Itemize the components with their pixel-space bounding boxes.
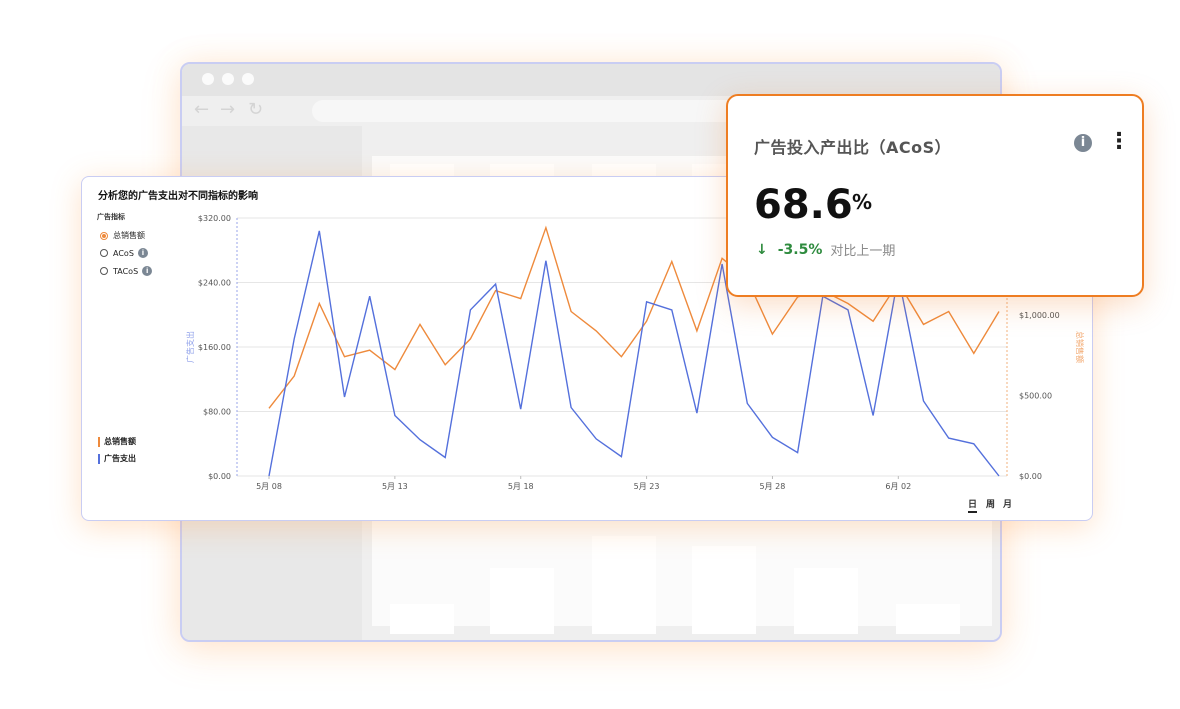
x-tick-label: 5月 28 — [760, 482, 786, 491]
x-tick-label: 6月 02 — [885, 482, 911, 491]
y-right-axis-title: 总销售额 — [1075, 331, 1085, 363]
x-tick-label: 5月 23 — [634, 482, 660, 491]
panel-title: 分析您的广告支出对不同指标的影响 — [98, 191, 258, 202]
more-menu-icon[interactable]: ⋮ — [1108, 131, 1130, 153]
x-tick-label: 5月 13 — [382, 482, 408, 491]
info-icon[interactable]: i — [142, 266, 153, 276]
info-icon[interactable]: i — [137, 248, 148, 258]
y-left-tick-label: $0.00 — [208, 472, 231, 481]
down-arrow-icon: ↓ — [756, 241, 768, 258]
metric-option-label: 总销售额 — [113, 231, 145, 240]
metric-option-label: ACoS — [113, 248, 134, 258]
y-left-tick-label: $160.00 — [198, 343, 231, 352]
placeholder-bar — [692, 546, 756, 634]
metric-radio-total-sales[interactable]: 总销售额 — [100, 230, 145, 241]
x-tick-label: 5月 08 — [256, 482, 282, 491]
y-left-tick-label: $320.00 — [198, 214, 231, 223]
y-right-tick-label: $1,000.00 — [1019, 311, 1060, 320]
y-right-tick-label: $0.00 — [1019, 472, 1042, 481]
acos-card-title: 广告投入产出比（ACoS） — [754, 138, 952, 157]
y-right-tick-label: $500.00 — [1019, 391, 1052, 400]
metric-option-label: TACoS — [113, 266, 139, 276]
legend-ad-spend[interactable]: 广告支出 — [98, 454, 136, 464]
y-left-tick-label: $80.00 — [203, 408, 231, 417]
placeholder-bar — [592, 536, 656, 634]
acos-change-value: -3.5% — [777, 241, 823, 258]
radio-icon[interactable] — [100, 249, 108, 257]
legend-total-sales[interactable]: 总销售额 — [98, 437, 136, 447]
metric-label: 广告指标 — [97, 213, 125, 221]
acos-change-row: ↓ -3.5% 对比上一期 — [756, 240, 896, 260]
radio-selected-icon[interactable] — [100, 231, 108, 240]
forward-arrow-icon[interactable]: → — [220, 100, 235, 120]
placeholder-bar — [490, 568, 554, 634]
metric-radio-acos[interactable]: ACoS i — [100, 248, 148, 258]
window-minimize-dot[interactable] — [222, 73, 234, 85]
period-tab-month[interactable]: 月 — [1003, 497, 1012, 510]
placeholder-bar — [794, 568, 858, 634]
y-left-tick-label: $240.00 — [198, 279, 231, 288]
window-maximize-dot[interactable] — [242, 73, 254, 85]
info-icon[interactable]: i — [1074, 134, 1092, 152]
acos-kpi-card: 广告投入产出比（ACoS） i ⋮ 68.6 % ↓ -3.5% 对比上一期 — [726, 94, 1144, 297]
window-close-dot[interactable] — [202, 73, 214, 85]
period-tab-day[interactable]: 日 — [968, 497, 978, 513]
period-tab-week[interactable]: 周 — [986, 497, 995, 510]
placeholder-bar — [896, 604, 960, 634]
radio-icon[interactable] — [100, 267, 108, 275]
acos-compare-label: 对比上一期 — [830, 244, 896, 259]
reload-icon[interactable]: ↻ — [248, 100, 263, 120]
y-left-axis-title: 广告支出 — [185, 331, 195, 363]
metric-radio-tacos[interactable]: TACoS i — [100, 266, 153, 276]
acos-value: 68.6 — [754, 182, 853, 228]
acos-unit: % — [852, 190, 873, 214]
x-tick-label: 5月 18 — [508, 482, 534, 491]
back-arrow-icon[interactable]: ← — [194, 100, 209, 120]
browser-titlebar — [182, 64, 1000, 96]
placeholder-bar — [390, 604, 454, 634]
